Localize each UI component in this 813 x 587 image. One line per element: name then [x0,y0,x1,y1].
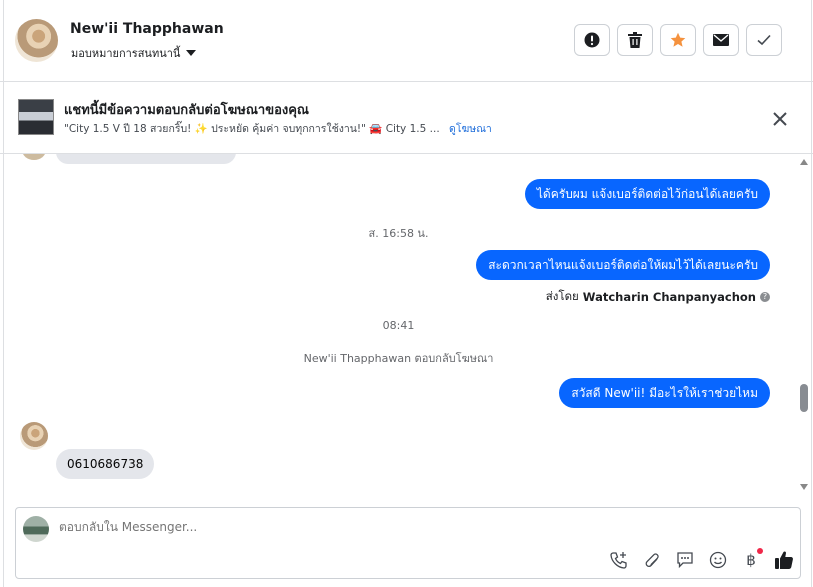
message-timestamp: 08:41 [382,319,415,332]
mark-unread-button[interactable] [703,24,739,56]
ad-reply-note: New'ii Thapphawan ตอบกลับโฆษณา [303,352,494,365]
message-timestamp: ส. 16:58 น. [368,227,429,240]
outgoing-message-bubble[interactable]: สวัสดี New'ii! มีอะไรให้เราช่วยไหม [559,378,770,408]
star-button[interactable] [660,24,696,56]
thread-scrollbar[interactable] [797,154,811,496]
contact-avatar-small[interactable] [20,422,48,450]
ad-preview-text: "City 1.5 V ปี 18 สวยกริ๊บ! ✨ ประหยัด คุ… [64,123,440,135]
notification-dot [757,548,763,554]
incoming-message-bubble[interactable]: 0610686738 [56,449,155,479]
ad-context-bar: แชทนี้มีข้อความตอบกลับต่อโฆษณาของคุณ "Ci… [0,82,813,154]
delete-button[interactable] [617,24,653,56]
ad-preview-line: "City 1.5 V ปี 18 สวยกริ๊บ! ✨ ประหยัด คุ… [64,120,492,137]
conversation-header: New'ii Thapphawan มอบหมายการสนทนานี้ [0,0,813,82]
ad-context-title: แชทนี้มีข้อความตอบกลับต่อโฆษณาของคุณ [64,103,309,118]
composer-tools: ฿ [609,548,794,570]
outgoing-message-bubble[interactable]: ได้ครับผม แจ้งเบอร์ติดต่อไว้ก่อนได้เลยคร… [524,179,770,209]
reply-input[interactable] [59,520,659,534]
message-thread: ได้ครับผม แจ้งเบอร์ติดต่อไว้ก่อนได้เลยคร… [0,154,797,496]
header-actions [574,24,782,56]
page-avatar [23,516,49,542]
like-button[interactable] [774,550,794,570]
star-icon [670,32,686,47]
sent-by-prefix: ส่งโดย [545,289,579,303]
help-icon[interactable]: ? [760,292,770,302]
outgoing-message-bubble[interactable]: สะดวกเวลาไหนแจ้งเบอร์ติดต่อให้ผมไว้ได้เล… [476,250,770,280]
baht-icon: ฿ [746,551,756,569]
payment-button[interactable]: ฿ [741,548,763,570]
attach-icon [645,553,659,568]
like-icon [775,551,793,569]
spam-icon [584,32,600,48]
contact-name[interactable]: New'ii Thapphawan [70,21,224,37]
mark-spam-button[interactable] [574,24,610,56]
attach-button[interactable] [642,550,662,570]
saved-replies-button[interactable] [675,550,695,570]
scroll-up-icon[interactable] [800,159,808,165]
caret-down-icon [186,50,197,56]
ad-thumbnail[interactable] [18,99,54,135]
check-icon [757,34,771,46]
view-ad-link[interactable]: ดูโฆษณา [449,123,492,135]
saved-replies-icon [677,552,693,569]
sender-name: Watcharin Chanpanyachon [582,290,756,304]
sent-by-label: ส่งโดย Watcharin Chanpanyachon ? [546,288,770,306]
contact-avatar[interactable] [15,19,58,62]
phone-add-icon [610,552,627,569]
assign-conversation-dropdown[interactable]: มอบหมายการสนทนานี้ [71,44,197,62]
emoji-button[interactable] [708,550,728,570]
close-icon[interactable] [771,110,789,128]
envelope-icon [713,34,729,46]
phone-add-button[interactable] [609,550,629,570]
assign-label: มอบหมายการสนทนานี้ [71,47,181,60]
incoming-message-bubble[interactable] [56,154,236,164]
contact-avatar-small [22,154,46,160]
reply-composer: ฿ [15,507,801,579]
emoji-icon [709,551,727,569]
scroll-thumb[interactable] [800,384,808,412]
scroll-down-icon[interactable] [800,484,808,490]
trash-icon [628,32,642,48]
mark-done-button[interactable] [746,24,782,56]
